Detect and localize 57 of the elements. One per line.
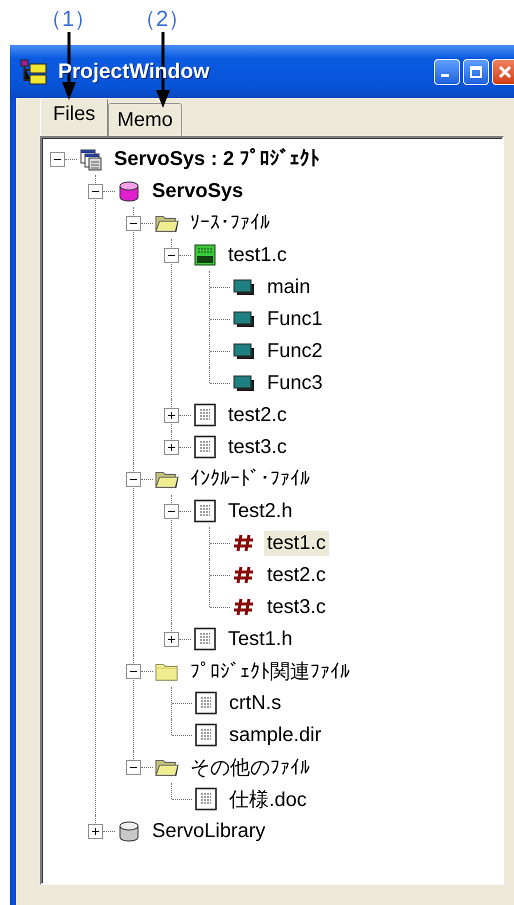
minimize-icon bbox=[441, 74, 449, 77]
tree-item-label[interactable]: ServoSys bbox=[149, 178, 246, 204]
tree-item-label[interactable]: ｿｰｽ･ﾌｧｲﾙ bbox=[187, 210, 273, 236]
collapse-button[interactable] bbox=[126, 472, 141, 486]
tree-item-label[interactable]: その他のﾌｧｲﾙ bbox=[187, 752, 313, 782]
tree-item-label[interactable]: sample.dir bbox=[226, 722, 324, 748]
callout-label: （1） bbox=[40, 5, 96, 33]
collapse-button[interactable] bbox=[164, 248, 179, 262]
plus-icon bbox=[91, 826, 100, 836]
document-icon bbox=[194, 787, 218, 811]
callout-label: （2） bbox=[134, 5, 190, 33]
minimize-button[interactable] bbox=[434, 58, 460, 84]
tree-item-label[interactable]: ServoSys : 2 ﾌﾟﾛｼﾞｪｸﾄ bbox=[111, 146, 323, 172]
tree-item-label[interactable]: test1.c bbox=[225, 242, 290, 268]
collapse-button[interactable] bbox=[126, 216, 141, 230]
dotted-tile-icon bbox=[193, 243, 217, 267]
tab[interactable]: Files bbox=[40, 98, 108, 136]
expand-button[interactable] bbox=[88, 824, 103, 838]
document-icon bbox=[194, 691, 218, 715]
tree-item-label[interactable]: test1.c bbox=[264, 530, 329, 556]
tree-item-label[interactable]: test3.c bbox=[264, 594, 329, 620]
plus-icon bbox=[167, 410, 176, 420]
tree-item-label[interactable]: ﾌﾟﾛｼﾞｪｸﾄ関連ﾌｧｲﾙ bbox=[187, 656, 353, 686]
tree-item-label[interactable]: test3.c bbox=[225, 434, 290, 460]
tree-item-label[interactable]: crtN.s bbox=[226, 690, 284, 716]
tree-item-label[interactable]: test2.c bbox=[225, 402, 290, 428]
tree-item-label[interactable]: ServoLibrary bbox=[149, 818, 268, 844]
tree-item-label[interactable]: Test2.h bbox=[225, 498, 296, 524]
document-icon bbox=[193, 499, 217, 523]
expand-button[interactable] bbox=[164, 440, 179, 454]
document-icon bbox=[193, 403, 217, 427]
expand-button[interactable] bbox=[164, 632, 179, 646]
document-icon bbox=[193, 435, 217, 459]
tree-item-label[interactable]: main bbox=[264, 274, 314, 300]
cylinder-icon bbox=[117, 179, 141, 203]
tree-item-label[interactable]: Func2 bbox=[264, 338, 326, 364]
expand-button[interactable] bbox=[164, 408, 179, 422]
document-icon bbox=[193, 627, 217, 651]
stacked-pages-icon bbox=[79, 147, 103, 171]
tree-item-label[interactable]: ｲﾝｸﾙｰﾄﾞ･ﾌｧｲﾙ bbox=[187, 466, 313, 492]
tree-item-label[interactable]: test2.c bbox=[264, 562, 329, 588]
collapse-button[interactable] bbox=[126, 760, 141, 774]
close-button[interactable] bbox=[492, 58, 514, 84]
collapse-button[interactable] bbox=[88, 184, 103, 198]
collapse-button[interactable] bbox=[126, 664, 141, 678]
tree-item-label[interactable]: 仕様.doc bbox=[226, 784, 310, 814]
tree-item-label[interactable]: Test1.h bbox=[225, 626, 296, 652]
maximize-button[interactable] bbox=[463, 58, 489, 84]
tree-item-label[interactable]: Func3 bbox=[264, 370, 326, 396]
document-icon bbox=[194, 723, 218, 747]
cylinder-icon bbox=[117, 819, 141, 843]
plus-icon bbox=[167, 634, 176, 644]
tab[interactable]: Memo bbox=[108, 103, 182, 136]
tree-item-label[interactable]: Func1 bbox=[264, 306, 326, 332]
collapse-button[interactable] bbox=[164, 504, 179, 518]
plus-icon bbox=[167, 442, 176, 452]
collapse-button[interactable] bbox=[50, 152, 65, 166]
